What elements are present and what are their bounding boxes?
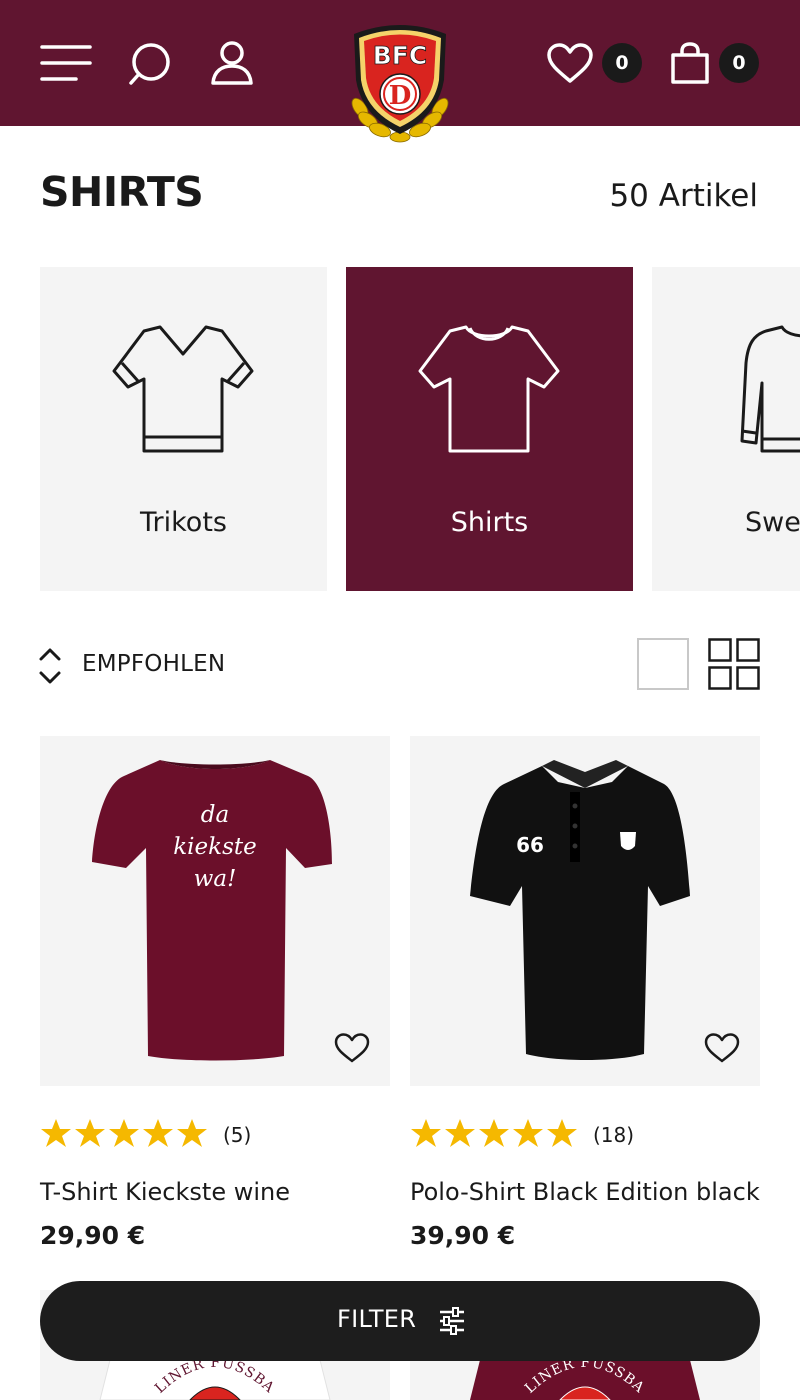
- product-name[interactable]: T-Shirt Kieckste wine: [40, 1178, 290, 1206]
- stars-icon: [41, 1119, 207, 1147]
- shirt-print-line: kiekste: [173, 834, 257, 860]
- user-icon[interactable]: [209, 40, 255, 86]
- wishlist-count-badge: 0: [602, 43, 642, 83]
- star-rating: [40, 1117, 390, 1149]
- product-image[interactable]: da kiekste wa!: [40, 736, 390, 1086]
- article-count: 50 Artikel: [609, 178, 758, 214]
- bfc-logo[interactable]: BFC D: [340, 20, 460, 144]
- sort-icon[interactable]: [38, 646, 62, 686]
- filter-button[interactable]: FILTER: [40, 1281, 760, 1361]
- heart-icon[interactable]: [546, 42, 594, 84]
- logo-text: BFC: [373, 41, 427, 70]
- sliders-icon: [440, 1307, 464, 1335]
- jersey-icon: [112, 325, 254, 453]
- category-label: Shirts: [450, 507, 529, 538]
- category-tile-sweater[interactable]: Swea: [652, 267, 800, 591]
- category-label: Swea: [745, 507, 800, 538]
- page-title: SHIRTS: [40, 168, 204, 216]
- product-image[interactable]: 66: [410, 736, 760, 1086]
- category-label: Trikots: [140, 507, 227, 538]
- site-header: BFC D 0 0: [0, 0, 800, 143]
- single-view-icon[interactable]: [637, 638, 689, 690]
- review-count: (5): [223, 1123, 252, 1147]
- wishlist-heart-icon[interactable]: [704, 1032, 740, 1064]
- category-tile-shirts[interactable]: Shirts: [346, 267, 633, 591]
- shirt-print-line: da: [201, 802, 229, 828]
- tshirt-icon: [418, 325, 560, 453]
- star-rating: [410, 1117, 760, 1149]
- sweater-icon: [740, 325, 800, 453]
- shirt-number: 66: [516, 833, 544, 857]
- wishlist-heart-icon[interactable]: [334, 1032, 370, 1064]
- stars-icon: [411, 1119, 577, 1147]
- product-price: 39,90 €: [410, 1221, 516, 1250]
- product-price: 29,90 €: [40, 1221, 146, 1250]
- grid-view-icon[interactable]: [708, 638, 760, 690]
- search-icon[interactable]: [127, 41, 173, 87]
- menu-icon[interactable]: [40, 43, 92, 83]
- review-count: (18): [593, 1123, 635, 1147]
- cart-count-badge: 0: [719, 43, 759, 83]
- product-name[interactable]: Polo-Shirt Black Edition black: [410, 1178, 760, 1206]
- filter-label: FILTER: [337, 1305, 417, 1333]
- category-tile-trikots[interactable]: Trikots: [40, 267, 327, 591]
- bag-icon[interactable]: [670, 41, 710, 85]
- shirt-print-line: wa!: [194, 866, 237, 892]
- sort-dropdown-label[interactable]: EMPFOHLEN: [82, 651, 225, 677]
- logo-letter: D: [389, 81, 412, 111]
